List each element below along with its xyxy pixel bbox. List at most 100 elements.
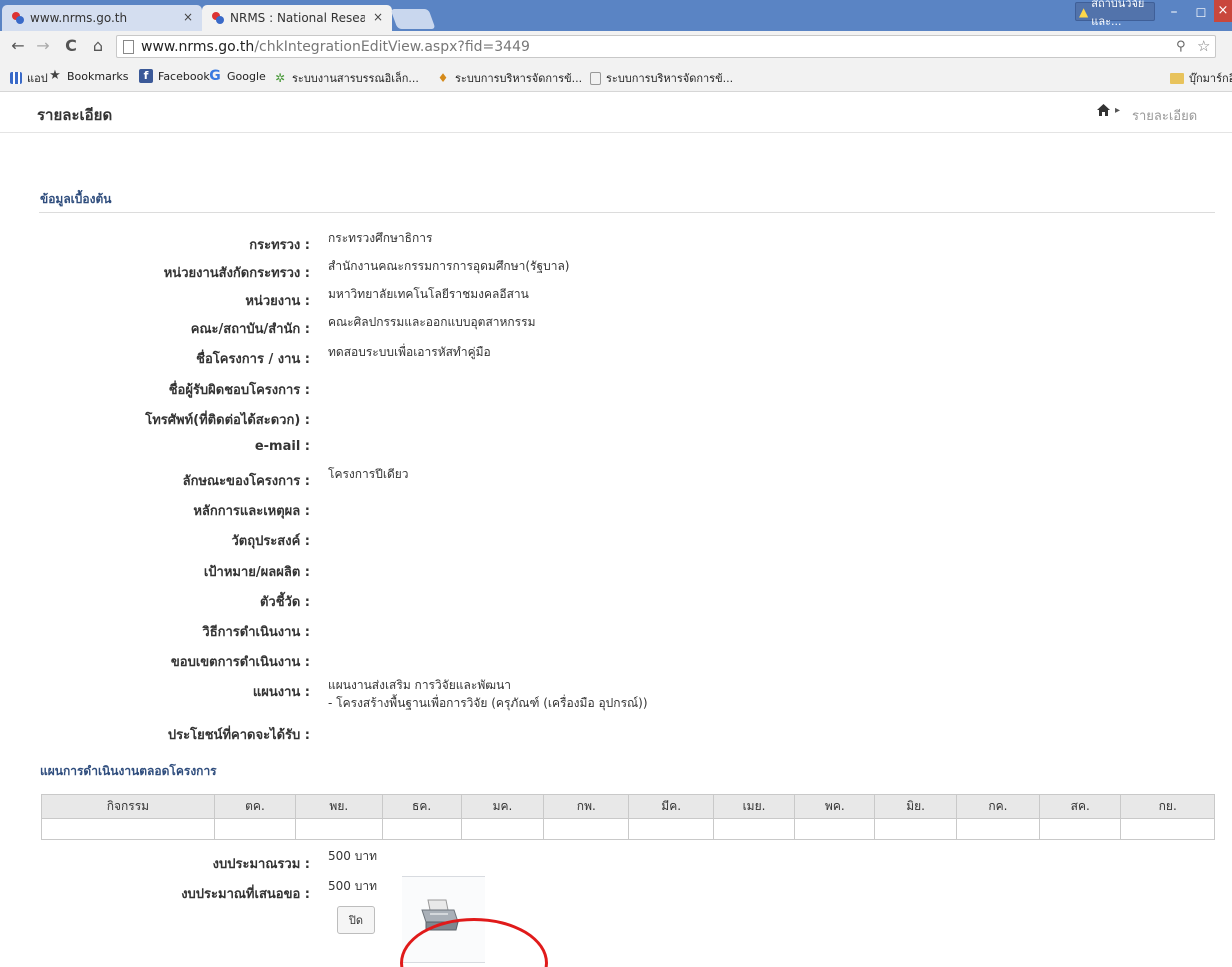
field-label-plan: แผนงาน : [252, 685, 310, 700]
bookmark-label: ระบบการบริหารจัดการข้... [455, 72, 583, 85]
bookmark-saraban[interactable]: ✲ ระบบงานสารบรรณอิเล็ก... [273, 69, 419, 87]
page-icon [123, 40, 134, 54]
tab-nrms-home[interactable]: www.nrms.go.th × [2, 5, 202, 31]
bookmark-label: ระบบการบริหารจัดการข้... [606, 72, 734, 85]
header-month: สค. [1039, 794, 1122, 819]
field-value-plan-detail: - โครงสร้างพื้นฐานเพื่อการวิจัย (ครุภัณฑ… [328, 696, 648, 710]
new-tab-button[interactable] [390, 9, 436, 29]
page-title: รายละเอียด [37, 106, 113, 124]
zoom-icon[interactable]: ⚲ [1176, 39, 1186, 54]
table-row [41, 818, 1215, 840]
field-label-benefit: ประโยชน์ที่คาดจะได้รับ : [167, 728, 310, 743]
field-label-scope: ขอบเขตการดำเนินงาน : [170, 655, 310, 670]
field-value-project-type: โครงการปีเดียว [328, 467, 409, 481]
apps-icon [10, 72, 22, 84]
bookmark-google[interactable]: G Google [208, 69, 266, 83]
warning-icon: ▲ [1079, 4, 1089, 19]
maximize-button[interactable]: ☐ [1190, 4, 1212, 22]
budget-total-label: งบประมาณรวม : [212, 857, 310, 872]
field-label-project-type: ลักษณะของโครงการ : [182, 474, 310, 489]
field-label-rationale: หลักการและเหตุผล : [193, 504, 310, 519]
bookmarks-bar: แอป ★ Bookmarks f Facebook G Google ✲ ระ… [0, 62, 1232, 92]
header-month: พค. [794, 794, 876, 819]
header-month: มีค. [628, 794, 714, 819]
table-cell [794, 818, 876, 840]
section-plan-title: แผนการดำเนินงานตลอดโครงการ [40, 764, 217, 778]
forward-button[interactable]: → [33, 36, 53, 56]
home-button[interactable]: ⌂ [88, 36, 108, 56]
header-month: มิย. [874, 794, 957, 819]
field-value-agency: มหาวิทยาลัยเทคโนโลยีราชมงคลอีสาน [328, 287, 529, 301]
table-cell [41, 818, 215, 840]
field-label-email: e-mail : [254, 439, 310, 454]
header-month: ตค. [213, 794, 297, 819]
minimize-button[interactable]: – [1163, 4, 1185, 22]
table-cell [295, 818, 383, 840]
section-divider [39, 212, 1215, 213]
field-label-responsible: ชื่อผู้รับผิดชอบโครงการ : [168, 383, 310, 398]
bookmark-label: Bookmarks [67, 69, 129, 83]
header-month: ธค. [381, 794, 462, 819]
field-label-faculty: คณะ/สถาบัน/สำนัก : [190, 322, 310, 337]
bookmark-apps[interactable]: แอป [10, 69, 48, 87]
nrms-favicon-icon [12, 12, 24, 24]
tab-nrms-detail[interactable]: NRMS : National Research × [202, 5, 392, 31]
window-close-button[interactable]: × [1214, 0, 1232, 22]
section-basic-info-title: ข้อมูลเบื้องต้น [40, 192, 112, 206]
bookmark-label: ระบบงานสารบรรณอิเล็ก... [292, 72, 419, 85]
bookmark-bookmarks[interactable]: ★ Bookmarks [48, 69, 128, 83]
bookmark-facebook[interactable]: f Facebook [139, 69, 210, 83]
table-header-row: กิจกรรม ตค. พย. ธค. มค. กพ. มีค. เมย. พค… [41, 794, 1215, 819]
bookmark-label: Facebook [158, 69, 210, 83]
bookmark-label: บุ๊กมาร์กอื่ [1189, 72, 1232, 85]
budget-request-label: งบประมาณที่เสนอขอ : [181, 887, 310, 902]
close-button[interactable]: ปิด [337, 906, 375, 934]
candle-icon: ♦ [437, 71, 449, 85]
field-label-method: วิธีการดำเนินงาน : [202, 625, 310, 640]
browser-tabstrip: www.nrms.go.th × NRMS : National Researc… [0, 0, 1232, 31]
table-cell [955, 818, 1041, 840]
notification-badge[interactable]: ▲ สถาบันวิจัยและ... [1075, 0, 1155, 28]
star-icon: ★ [49, 68, 61, 83]
schedule-table: กิจกรรม ตค. พย. ธค. มค. กพ. มีค. เมย. พค… [41, 794, 1215, 840]
bookmark-management-2[interactable]: ระบบการบริหารจัดการข้... [590, 69, 733, 87]
table-cell [381, 818, 462, 840]
bookmark-label: Google [227, 69, 266, 83]
table-cell [213, 818, 297, 840]
field-value-sub-agency: สำนักงานคณะกรรมการการอุดมศึกษา(รัฐบาล) [328, 259, 570, 273]
google-icon: G [209, 68, 221, 84]
tab-close-icon[interactable]: × [373, 10, 383, 24]
field-label-phone: โทรศัพท์(ที่ติดต่อได้สะดวก) : [145, 413, 310, 428]
back-button[interactable]: ← [8, 36, 28, 56]
nrms-favicon-icon [212, 12, 224, 24]
field-value-project-name: ทดสอบระบบเพื่อเอารหัสทำคู่มือ [328, 345, 491, 359]
table-cell [874, 818, 957, 840]
home-icon[interactable] [1097, 104, 1110, 120]
field-label-objective: วัตถุประสงค์ : [231, 534, 310, 549]
header-month: พย. [295, 794, 383, 819]
table-cell [1039, 818, 1122, 840]
bookmark-star-icon[interactable]: ☆ [1197, 37, 1210, 55]
reload-button[interactable]: C [61, 36, 81, 56]
field-value-plan: แผนงานส่งเสริม การวิจัยและพัฒนา [328, 678, 512, 692]
header-activity: กิจกรรม [41, 794, 215, 819]
facebook-icon: f [139, 69, 153, 83]
header-month: กพ. [543, 794, 630, 819]
table-cell [628, 818, 714, 840]
bookmark-management-1[interactable]: ♦ ระบบการบริหารจัดการข้... [436, 69, 583, 87]
field-label-project-name: ชื่อโครงการ / งาน : [196, 352, 310, 367]
tab-title: www.nrms.go.th [30, 11, 128, 25]
table-cell [460, 818, 545, 840]
page-header: รายละเอียด ▸ รายละเอียด [0, 92, 1232, 133]
notification-text: สถาบันวิจัยและ... [1091, 0, 1145, 28]
address-bar[interactable]: www.nrms.go.th/chkIntegrationEditView.as… [116, 35, 1216, 58]
saraban-icon: ✲ [274, 71, 286, 85]
bookmark-other-folder[interactable]: บุ๊กมาร์กอื่ [1170, 69, 1232, 87]
field-value-faculty: คณะศิลปกรรมและออกแบบอุตสาหกรรม [328, 315, 536, 329]
field-label-agency: หน่วยงาน : [245, 294, 310, 309]
field-label-ministry: กระทรวง : [249, 238, 310, 253]
table-cell [712, 818, 796, 840]
tab-close-icon[interactable]: × [183, 10, 193, 24]
header-month: เมย. [712, 794, 796, 819]
tab-title: NRMS : National Research [230, 11, 365, 25]
